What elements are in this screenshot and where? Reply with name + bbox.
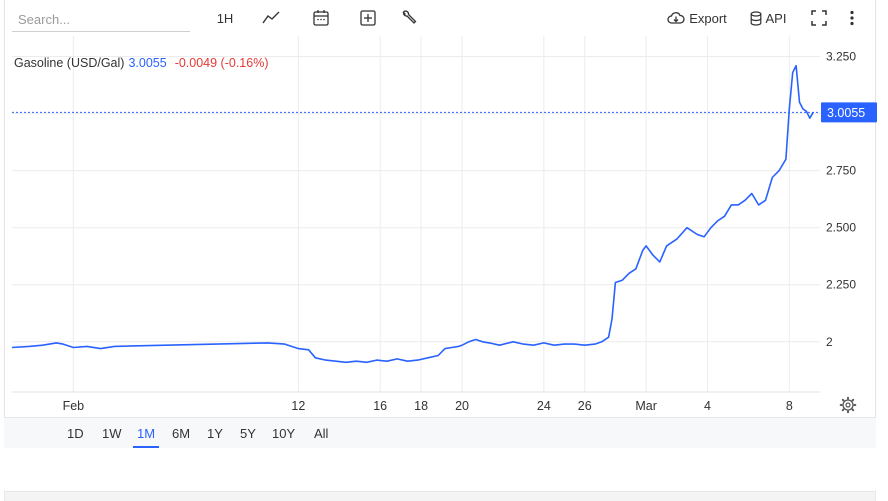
x-tick-label: Mar <box>635 399 657 413</box>
calendar-icon[interactable] <box>310 6 332 30</box>
fullscreen-icon[interactable] <box>808 6 830 30</box>
chart-legend: Gasoline (USD/Gal) 3.0055 -0.0049 (-0.16%) <box>14 56 269 70</box>
api-button[interactable]: API <box>746 6 790 30</box>
cloud-download-icon <box>667 12 685 24</box>
range-10y[interactable]: 10Y <box>268 426 299 448</box>
y-tick-label: 2.750 <box>826 164 856 178</box>
interval-button[interactable]: 1H <box>212 6 238 30</box>
export-label: Export <box>689 10 727 26</box>
range-selector: 1D 1W 1M 6M 1Y 5Y 10Y All <box>4 417 876 448</box>
wrench-icon[interactable] <box>398 6 420 30</box>
more-options-icon[interactable] <box>842 6 862 30</box>
x-tick-label: 24 <box>537 399 551 413</box>
x-tick-label: 18 <box>414 399 428 413</box>
x-tick-label: Feb <box>63 399 85 413</box>
price-chart[interactable]: 3.250 2.750 2.500 2.250 2 Feb 12 16 18 20 24 26 Mar… <box>0 36 888 417</box>
y-tick-label: 2.500 <box>826 221 856 235</box>
footer-panel <box>4 491 876 501</box>
settings-gear-icon[interactable] <box>839 396 857 414</box>
range-all[interactable]: All <box>310 426 332 448</box>
x-axis: Feb 12 16 18 20 24 26 Mar 4 8 <box>12 391 820 413</box>
x-tick-label: 16 <box>373 399 387 413</box>
search-input[interactable] <box>12 8 190 32</box>
line-chart-icon[interactable] <box>260 6 282 30</box>
x-tick-label: 12 <box>291 399 305 413</box>
chart-toolbar: 1H Export API <box>0 0 888 36</box>
x-tick-label: 4 <box>704 399 711 413</box>
range-1w[interactable]: 1W <box>98 426 126 448</box>
range-5y[interactable]: 5Y <box>236 426 260 448</box>
x-tick-label: 20 <box>455 399 469 413</box>
svg-text:3.0055: 3.0055 <box>827 106 865 120</box>
export-button[interactable]: Export <box>664 6 730 30</box>
y-axis: 3.250 2.750 2.500 2.250 2 <box>826 50 856 349</box>
legend-change: -0.0049 (-0.16%) <box>174 56 269 70</box>
legend-price: 3.0055 <box>128 56 167 70</box>
last-price-tag: 3.0055 <box>821 102 877 123</box>
chart-grid <box>12 36 820 392</box>
range-1m[interactable]: 1M <box>133 426 160 448</box>
range-1d[interactable]: 1D <box>63 426 88 448</box>
y-tick-label: 2.250 <box>826 278 856 292</box>
api-label: API <box>765 10 787 26</box>
add-indicator-icon[interactable] <box>357 6 379 30</box>
database-icon <box>750 10 761 26</box>
x-tick-label: 8 <box>786 399 793 413</box>
y-tick-label: 2 <box>826 335 833 349</box>
range-6m[interactable]: 6M <box>168 426 194 448</box>
x-tick-label: 26 <box>578 399 592 413</box>
series-line-gasoline <box>11 64 814 364</box>
legend-symbol: Gasoline (USD/Gal) <box>14 56 125 70</box>
range-1y[interactable]: 1Y <box>203 426 227 448</box>
y-tick-label: 3.250 <box>826 50 856 64</box>
